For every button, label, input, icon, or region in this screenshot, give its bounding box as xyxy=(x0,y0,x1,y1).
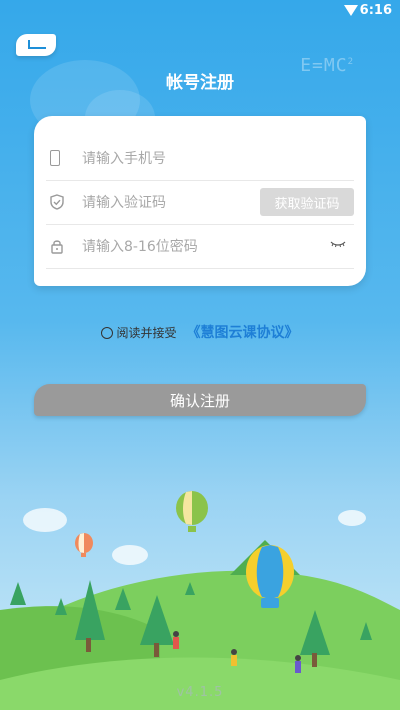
hot-air-balloon-medium xyxy=(176,491,208,532)
landscape-illustration xyxy=(0,491,400,710)
hot-air-balloon-small xyxy=(75,533,93,557)
register-screen: 6:16 帐号注册 E=MC2 获取验证码 阅读并接受《慧图云课 xyxy=(0,0,400,710)
app-version: v4.1.5 xyxy=(176,685,224,700)
